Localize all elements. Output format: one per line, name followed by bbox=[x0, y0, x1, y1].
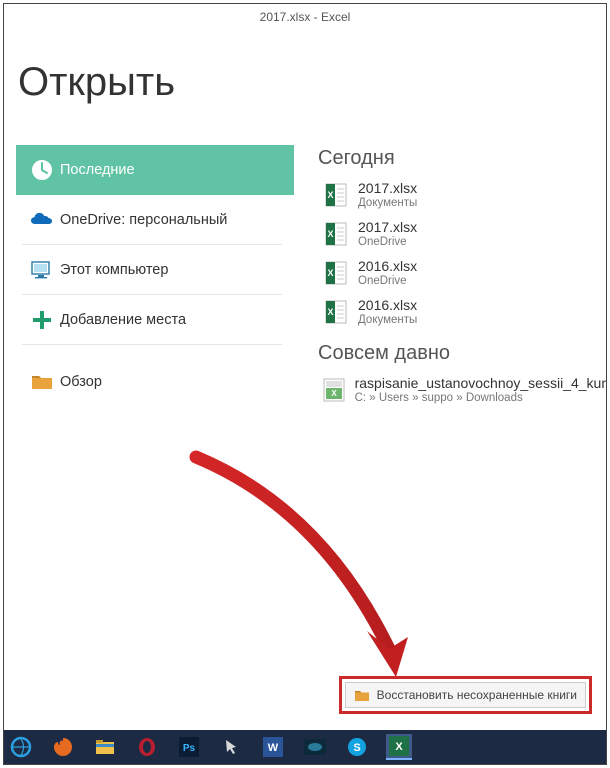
file-item[interactable]: X 2016.xlsx Документы bbox=[318, 293, 606, 332]
recover-label: Восстановить несохраненные книги bbox=[377, 688, 577, 702]
plus-icon bbox=[24, 307, 60, 333]
file-item[interactable]: X 2016.xlsx OneDrive bbox=[318, 254, 606, 293]
sidebar-item-browse[interactable]: Обзор bbox=[16, 357, 294, 407]
svg-text:X: X bbox=[327, 268, 333, 278]
file-location: Документы bbox=[358, 197, 417, 209]
sidebar-label: OneDrive: персональный bbox=[60, 212, 227, 228]
sidebar-label: Обзор bbox=[60, 374, 102, 390]
svg-text:X: X bbox=[327, 307, 333, 317]
file-location: OneDrive bbox=[358, 275, 417, 287]
file-name: 2016.xlsx bbox=[358, 297, 417, 313]
excel-file-icon: X bbox=[318, 259, 354, 287]
taskbar-cursor-icon[interactable] bbox=[218, 734, 244, 760]
group-title: Совсем давно bbox=[318, 342, 606, 365]
excel-file-icon: X bbox=[318, 298, 354, 326]
sidebar-label: Этот компьютер bbox=[60, 262, 168, 278]
file-name: raspisanie_ustanovochnoy_sessii_4_kur bbox=[355, 375, 606, 391]
onedrive-icon bbox=[24, 207, 60, 233]
folder-icon bbox=[354, 688, 370, 702]
open-sidebar: Последние OneDrive: персональный Этот ко… bbox=[16, 145, 294, 410]
taskbar-explorer-icon[interactable] bbox=[92, 734, 118, 760]
svg-text:S: S bbox=[353, 742, 360, 754]
excel-legacy-icon: X bbox=[318, 376, 351, 404]
computer-icon bbox=[24, 257, 60, 283]
file-item[interactable]: X 2017.xlsx Документы bbox=[318, 176, 606, 215]
sidebar-item-onedrive[interactable]: OneDrive: персональный bbox=[16, 195, 294, 245]
taskbar-edge-icon[interactable] bbox=[8, 734, 34, 760]
taskbar-firefox-icon[interactable] bbox=[50, 734, 76, 760]
group-title: Сегодня bbox=[318, 147, 606, 170]
sidebar-item-recent[interactable]: Последние bbox=[16, 145, 294, 195]
sidebar-item-add-place[interactable]: Добавление места bbox=[16, 295, 294, 345]
file-location: C: » Users » suppo » Downloads bbox=[355, 392, 606, 404]
taskbar-app-icon[interactable] bbox=[302, 734, 328, 760]
file-name: 2017.xlsx bbox=[358, 219, 417, 235]
taskbar-skype-icon[interactable]: S bbox=[344, 734, 370, 760]
sidebar-item-this-pc[interactable]: Этот компьютер bbox=[16, 245, 294, 295]
window-title: 2017.xlsx - Excel bbox=[4, 4, 606, 26]
sidebar-label: Последние bbox=[60, 162, 135, 178]
file-name: 2016.xlsx bbox=[358, 258, 417, 274]
clock-icon bbox=[24, 157, 60, 183]
file-location: Документы bbox=[358, 314, 417, 326]
excel-file-icon: X bbox=[318, 220, 354, 248]
annotation-arrow bbox=[181, 449, 441, 694]
svg-text:X: X bbox=[327, 229, 333, 239]
taskbar-opera-icon[interactable] bbox=[134, 734, 160, 760]
excel-file-icon: X bbox=[318, 181, 354, 209]
recover-unsaved-button[interactable]: Восстановить несохраненные книги bbox=[345, 682, 586, 708]
svg-text:X: X bbox=[395, 741, 403, 753]
svg-text:W: W bbox=[268, 742, 279, 754]
file-list-panel: Сегодня X 2017.xlsx Документы X 2017.xls… bbox=[318, 145, 606, 410]
taskbar-excel-icon[interactable]: X bbox=[386, 734, 412, 760]
taskbar: Ps W S X bbox=[4, 730, 606, 764]
recover-unsaved-highlight: Восстановить несохраненные книги bbox=[339, 676, 592, 714]
sidebar-label: Добавление места bbox=[60, 312, 186, 328]
svg-text:Ps: Ps bbox=[183, 743, 196, 754]
svg-text:X: X bbox=[332, 389, 338, 398]
file-item[interactable]: X raspisanie_ustanovochnoy_sessii_4_kur … bbox=[318, 371, 606, 410]
svg-text:X: X bbox=[327, 190, 333, 200]
file-location: OneDrive bbox=[358, 236, 417, 248]
taskbar-photoshop-icon[interactable]: Ps bbox=[176, 734, 202, 760]
page-title: Открыть bbox=[18, 60, 606, 105]
taskbar-word-icon[interactable]: W bbox=[260, 734, 286, 760]
file-name: 2017.xlsx bbox=[358, 180, 417, 196]
folder-icon bbox=[24, 369, 60, 395]
file-item[interactable]: X 2017.xlsx OneDrive bbox=[318, 215, 606, 254]
